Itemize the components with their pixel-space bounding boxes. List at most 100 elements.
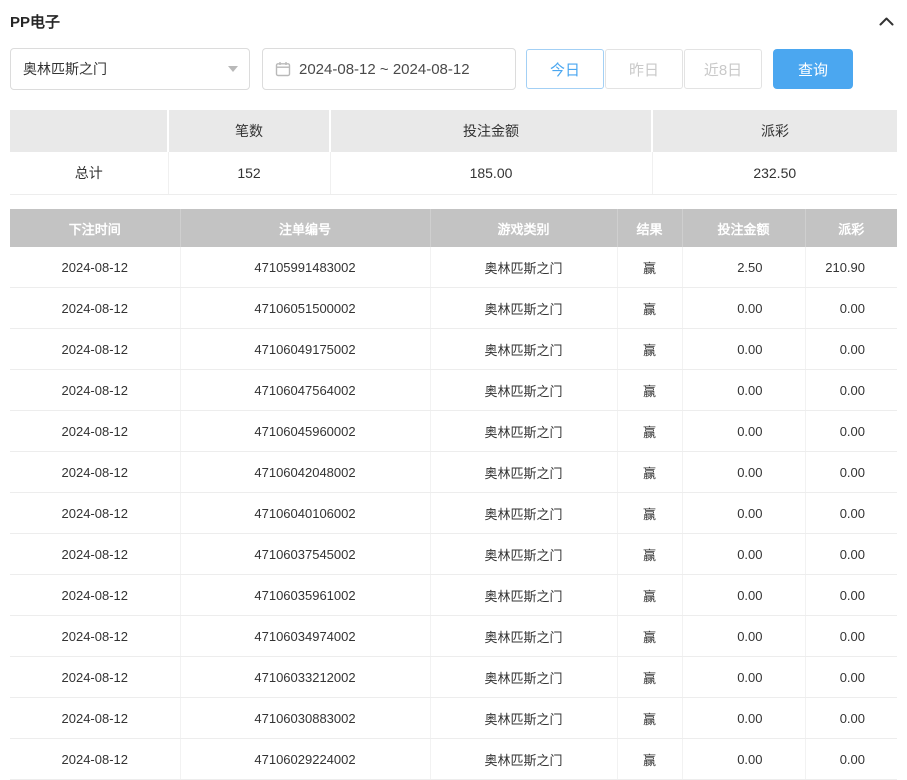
summary-total-row: 总计 152 185.00 232.50 bbox=[10, 152, 897, 195]
bet-amount-cell: 0.00 bbox=[682, 738, 806, 780]
table-row: 2024-08-12 47105991483002 奥林匹斯之门赢 2.50 210.9… bbox=[10, 247, 897, 288]
game-type-cell: 奥林匹斯之门 bbox=[430, 533, 618, 575]
bet-amount-cell: 0.00 bbox=[682, 451, 806, 493]
search-button[interactable]: 查询 bbox=[773, 49, 853, 89]
quick-filter-today-button[interactable]: 今日 bbox=[526, 49, 604, 89]
bet-time-cell: 2024-08-12 bbox=[10, 410, 181, 452]
bet-time-cell: 2024-08-12 bbox=[10, 533, 181, 575]
bet-time-cell: 2024-08-12 bbox=[10, 328, 181, 370]
table-row: 2024-08-12 47106047564002 奥林匹斯之门赢 0.00 0.00 bbox=[10, 369, 897, 411]
chevron-down-icon bbox=[228, 66, 238, 72]
game-type-cell: 奥林匹斯之门 bbox=[430, 410, 618, 452]
calendar-icon bbox=[275, 61, 291, 77]
payout-cell: 0.00 bbox=[805, 574, 897, 616]
column-header-result: 结果 bbox=[617, 209, 683, 247]
bet-amount-cell: 0.00 bbox=[682, 656, 806, 698]
table-row: 2024-08-12 47106029224002 奥林匹斯之门赢 0.00 0.00 bbox=[10, 738, 897, 780]
betting-records-panel: PP电子 奥林匹斯之门 2024-08-12 ~ 2024-08-12 今日 昨日… bbox=[0, 0, 907, 780]
bet-amount-cell: 0.00 bbox=[682, 533, 806, 575]
order-id-cell: 47105991483002 bbox=[180, 247, 431, 288]
quick-filter-yesterday-button[interactable]: 昨日 bbox=[605, 49, 683, 89]
table-row: 2024-08-12 47106033212002 奥林匹斯之门赢 0.00 0.00 bbox=[10, 656, 897, 698]
summary-header-bet-amount: 投注金额 bbox=[330, 110, 653, 152]
column-header-order-id: 注单编号 bbox=[180, 209, 431, 247]
summary-header-count: 笔数 bbox=[168, 110, 331, 152]
bet-amount-cell: 0.00 bbox=[682, 328, 806, 370]
payout-cell: 0.00 bbox=[805, 533, 897, 575]
table-row: 2024-08-12 47106040106002 奥林匹斯之门赢 0.00 0.00 bbox=[10, 492, 897, 534]
order-id-cell: 47106051500002 bbox=[180, 287, 431, 329]
bet-time-cell: 2024-08-12 bbox=[10, 369, 181, 411]
game-type-cell: 奥林匹斯之门 bbox=[430, 328, 618, 370]
order-id-cell: 47106047564002 bbox=[180, 369, 431, 411]
quick-filter-group: 今日 昨日 近8日 bbox=[526, 49, 762, 89]
bet-amount-cell: 0.00 bbox=[682, 492, 806, 534]
column-header-game-type: 游戏类别 bbox=[430, 209, 618, 247]
result-cell: 赢 bbox=[617, 533, 683, 575]
column-header-payout: 派彩 bbox=[805, 209, 897, 247]
summary-header-row: 笔数 投注金额 派彩 bbox=[10, 110, 897, 152]
result-cell: 赢 bbox=[617, 247, 683, 288]
payout-cell: 0.00 bbox=[805, 287, 897, 329]
table-row: 2024-08-12 47106045960002 奥林匹斯之门赢 0.00 0.00 bbox=[10, 410, 897, 452]
date-range-picker[interactable]: 2024-08-12 ~ 2024-08-12 bbox=[262, 48, 516, 90]
payout-cell: 0.00 bbox=[805, 738, 897, 780]
order-id-cell: 47106033212002 bbox=[180, 656, 431, 698]
summary-total-payout: 232.50 bbox=[652, 152, 897, 195]
page-title: PP电子 bbox=[10, 13, 61, 31]
bet-time-cell: 2024-08-12 bbox=[10, 738, 181, 780]
quick-filter-last-8-days-button[interactable]: 近8日 bbox=[684, 49, 762, 89]
order-id-cell: 47106035961002 bbox=[180, 574, 431, 616]
game-type-cell: 奥林匹斯之门 bbox=[430, 697, 618, 739]
game-type-cell: 奥林匹斯之门 bbox=[430, 247, 618, 288]
bet-time-cell: 2024-08-12 bbox=[10, 697, 181, 739]
bet-time-cell: 2024-08-12 bbox=[10, 247, 181, 288]
result-cell: 赢 bbox=[617, 451, 683, 493]
game-type-cell: 奥林匹斯之门 bbox=[430, 369, 618, 411]
table-row: 2024-08-12 47106049175002 奥林匹斯之门赢 0.00 0.00 bbox=[10, 328, 897, 370]
table-row: 2024-08-12 47106035961002 奥林匹斯之门赢 0.00 0.00 bbox=[10, 574, 897, 616]
order-id-cell: 47106049175002 bbox=[180, 328, 431, 370]
filter-bar: 奥林匹斯之门 2024-08-12 ~ 2024-08-12 今日 昨日 近8日 查… bbox=[10, 48, 897, 90]
bet-amount-cell: 0.00 bbox=[682, 410, 806, 452]
game-select-value: 奥林匹斯之门 bbox=[23, 61, 107, 77]
result-cell: 赢 bbox=[617, 656, 683, 698]
payout-cell: 0.00 bbox=[805, 410, 897, 452]
bet-time-cell: 2024-08-12 bbox=[10, 656, 181, 698]
summary-total-count: 152 bbox=[168, 152, 331, 195]
summary-total-label: 总计 bbox=[10, 152, 169, 195]
game-type-cell: 奥林匹斯之门 bbox=[430, 451, 618, 493]
summary-header-empty bbox=[10, 110, 169, 152]
order-id-cell: 47106045960002 bbox=[180, 410, 431, 452]
collapse-chevron-up-icon[interactable] bbox=[875, 10, 897, 32]
result-cell: 赢 bbox=[617, 574, 683, 616]
game-type-cell: 奥林匹斯之门 bbox=[430, 287, 618, 329]
bet-amount-cell: 2.50 bbox=[682, 247, 806, 288]
table-row: 2024-08-12 47106037545002 奥林匹斯之门赢 0.00 0.00 bbox=[10, 533, 897, 575]
date-range-value: 2024-08-12 ~ 2024-08-12 bbox=[299, 60, 470, 78]
game-type-cell: 奥林匹斯之门 bbox=[430, 615, 618, 657]
order-id-cell: 47106030883002 bbox=[180, 697, 431, 739]
game-select[interactable]: 奥林匹斯之门 bbox=[10, 48, 250, 90]
result-cell: 赢 bbox=[617, 697, 683, 739]
bet-time-cell: 2024-08-12 bbox=[10, 492, 181, 534]
result-cell: 赢 bbox=[617, 369, 683, 411]
payout-cell: 0.00 bbox=[805, 656, 897, 698]
payout-cell: 0.00 bbox=[805, 615, 897, 657]
result-cell: 赢 bbox=[617, 287, 683, 329]
payout-cell: 210.90 bbox=[805, 247, 897, 288]
payout-cell: 0.00 bbox=[805, 328, 897, 370]
bet-time-cell: 2024-08-12 bbox=[10, 287, 181, 329]
table-row: 2024-08-12 47106030883002 奥林匹斯之门赢 0.00 0.00 bbox=[10, 697, 897, 739]
summary-total-bet-amount: 185.00 bbox=[330, 152, 653, 195]
summary-table: 笔数 投注金额 派彩 总计 152 185.00 232.50 bbox=[10, 110, 897, 195]
result-cell: 赢 bbox=[617, 328, 683, 370]
payout-cell: 0.00 bbox=[805, 697, 897, 739]
order-id-cell: 47106037545002 bbox=[180, 533, 431, 575]
bet-amount-cell: 0.00 bbox=[682, 369, 806, 411]
result-cell: 赢 bbox=[617, 738, 683, 780]
table-row: 2024-08-12 47106051500002 奥林匹斯之门赢 0.00 0.00 bbox=[10, 287, 897, 329]
bet-time-cell: 2024-08-12 bbox=[10, 574, 181, 616]
panel-header: PP电子 bbox=[10, 8, 897, 34]
bet-amount-cell: 0.00 bbox=[682, 697, 806, 739]
